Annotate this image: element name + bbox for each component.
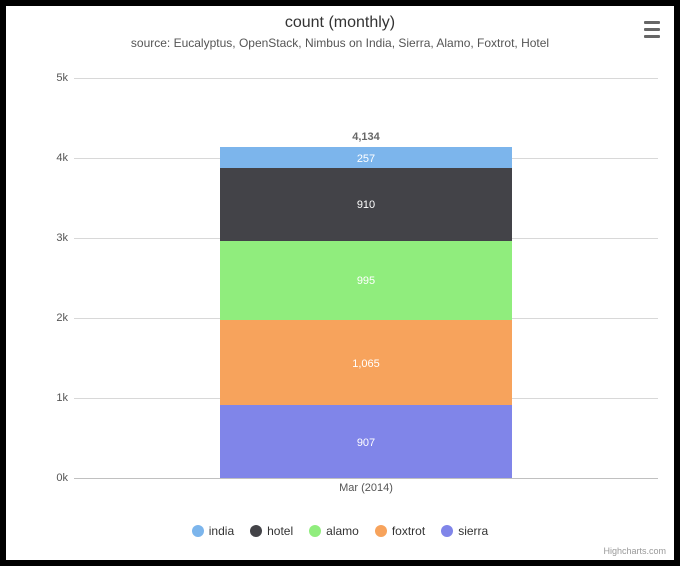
legend-item-alamo[interactable]: alamo [309, 523, 359, 538]
chart-menu-button[interactable] [640, 18, 664, 40]
y-axis-tick: 0k [8, 472, 68, 484]
legend-item-sierra[interactable]: sierra [441, 523, 488, 538]
chart-subtitle: source: Eucalyptus, OpenStack, Nimbus on… [6, 36, 674, 50]
bar-segment-india[interactable] [220, 147, 512, 168]
bar-segment-foxtrot[interactable] [220, 320, 512, 405]
y-axis-tick: 4k [8, 152, 68, 164]
legend-label: alamo [326, 524, 359, 538]
stack-total-label: 4,134 [220, 131, 512, 143]
chart-area: count (monthly) source: Eucalyptus, Open… [6, 6, 674, 560]
legend-label: hotel [267, 524, 293, 538]
legend-swatch [309, 525, 321, 537]
legend-swatch [441, 525, 453, 537]
legend: india hotel alamo foxtrot sierra [6, 523, 674, 538]
x-axis-tick: Mar (2014) [74, 482, 658, 494]
grid-line [74, 478, 658, 479]
chart-frame: count (monthly) source: Eucalyptus, Open… [0, 0, 680, 566]
credits-link[interactable]: Highcharts.com [603, 546, 666, 556]
legend-label: foxtrot [392, 524, 425, 538]
legend-swatch [192, 525, 204, 537]
legend-item-hotel[interactable]: hotel [250, 523, 293, 538]
y-axis-tick: 5k [8, 72, 68, 84]
y-axis-tick: 1k [8, 392, 68, 404]
legend-item-india[interactable]: india [192, 523, 234, 538]
plot-area: 0k1k2k3k4k5k 9071,0659959102574,134 Mar … [74, 78, 658, 478]
hamburger-icon [644, 28, 660, 31]
legend-item-foxtrot[interactable]: foxtrot [375, 523, 425, 538]
grid-line [74, 78, 658, 79]
legend-label: sierra [458, 524, 488, 538]
bar-segment-sierra[interactable] [220, 405, 512, 478]
legend-swatch [250, 525, 262, 537]
y-axis-tick: 3k [8, 232, 68, 244]
bar-segment-alamo[interactable] [220, 241, 512, 321]
hamburger-icon [644, 35, 660, 38]
chart-title: count (monthly) [6, 14, 674, 32]
hamburger-icon [644, 21, 660, 24]
legend-swatch [375, 525, 387, 537]
y-axis-tick: 2k [8, 312, 68, 324]
legend-label: india [209, 524, 234, 538]
bar-segment-hotel[interactable] [220, 168, 512, 241]
